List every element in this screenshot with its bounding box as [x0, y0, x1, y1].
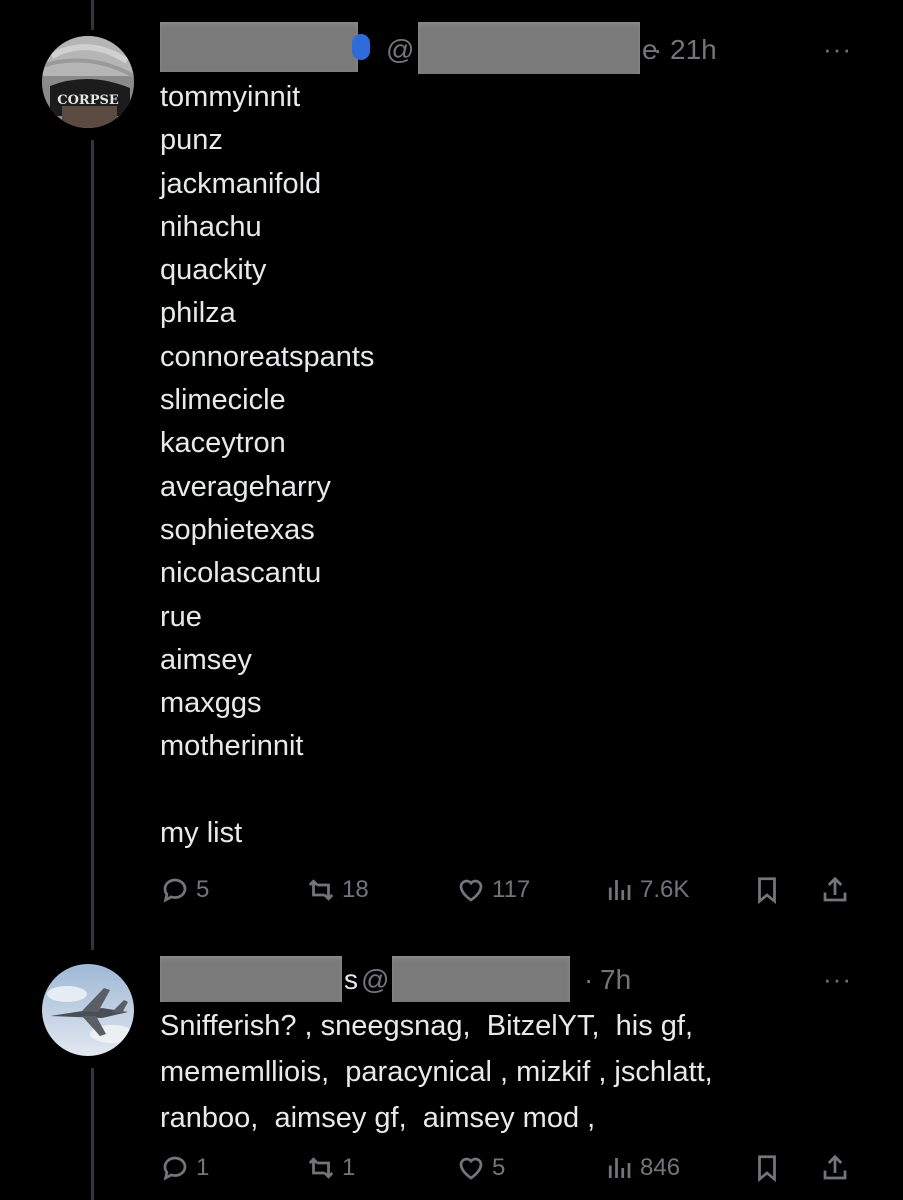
bookmark-icon	[758, 1155, 776, 1183]
avatar[interactable]: CORPSE	[42, 36, 134, 128]
like-count: 117	[492, 876, 531, 903]
redacted-handle	[392, 956, 570, 1002]
redacted-display-name	[160, 956, 342, 1002]
bookmark-icon	[758, 877, 776, 905]
timestamp-separator: ·	[584, 964, 594, 995]
retweet-button[interactable]: 18	[306, 870, 369, 910]
views-icon	[608, 1158, 631, 1178]
more-options-icon[interactable]: ···	[823, 966, 852, 992]
tweet-text-line: nihachu	[160, 210, 262, 243]
views-icon	[608, 880, 631, 900]
thread-line-connector	[91, 140, 94, 950]
retweet-count: 18	[342, 876, 369, 903]
tweet-text-line: nicolascantu	[160, 557, 322, 590]
thread-line-bottom	[91, 1068, 94, 1200]
like-button[interactable]: 117	[456, 870, 530, 910]
tweet-actions: 1 1 5 846	[160, 1148, 860, 1188]
like-icon	[459, 1157, 483, 1180]
like-icon	[459, 879, 483, 902]
bookmark-button[interactable]	[752, 1148, 782, 1188]
more-options-icon[interactable]: ···	[823, 36, 852, 62]
redacted-handle	[418, 22, 640, 74]
share-icon	[823, 1154, 847, 1180]
retweet-count: 1	[342, 1154, 356, 1181]
retweet-icon	[308, 879, 334, 901]
tweet-text-line: quackity	[160, 254, 267, 287]
reply-icon	[163, 878, 187, 903]
tweet-text-line	[160, 769, 374, 812]
verified-badge-icon	[352, 34, 370, 60]
thread-line-top	[91, 0, 94, 30]
reply-button[interactable]: 5	[160, 870, 209, 910]
retweet-icon	[308, 1157, 334, 1179]
like-button[interactable]: 5	[456, 1148, 505, 1188]
views-count: 7.6K	[640, 876, 690, 903]
tweet-text-line: maxggs	[160, 687, 262, 720]
reply-count: 1	[196, 1154, 210, 1181]
like-count: 5	[492, 1154, 506, 1181]
tweet-text-line: aimsey	[160, 643, 252, 676]
handle-prefix: @	[386, 34, 415, 65]
tweet-actions: 5 18 117 7.6K	[160, 870, 860, 910]
handle-prefix: @	[361, 964, 390, 995]
tweet-text-line: slimecicle	[160, 384, 286, 417]
tweet-text-line: averageharry	[160, 470, 331, 503]
avatar-image: CORPSE	[42, 36, 134, 128]
tweet-text-line: jackmanifold	[160, 167, 322, 200]
display-name-tail: s	[344, 964, 358, 995]
tweet-text-line: connoreatspants	[160, 340, 375, 373]
tweet-text-line: sophietexas	[160, 513, 315, 546]
tweet-text: tommyinnit punz jackmanifold nihachu quackit…	[160, 76, 374, 855]
tweet-text: Snifferish? , sneegsnag, BitzelYT, his g…	[160, 1010, 713, 1134]
share-button[interactable]	[820, 870, 850, 910]
tweet-text-line: kaceytron	[160, 427, 286, 460]
svg-text:CORPSE: CORPSE	[57, 93, 119, 108]
avatar[interactable]	[42, 964, 134, 1056]
reply-button[interactable]: 1	[160, 1148, 209, 1188]
tweet-text-line: my list	[160, 817, 243, 850]
timestamp[interactable]: 7h	[600, 966, 631, 994]
views-button[interactable]: 7.6K	[604, 870, 689, 910]
share-icon	[823, 876, 847, 902]
retweet-button[interactable]: 1	[306, 1148, 355, 1188]
reply-icon	[163, 1156, 187, 1181]
tweet-text-line: motherinnit	[160, 730, 304, 763]
timestamp[interactable]: 21h	[670, 36, 717, 64]
reply-count: 5	[196, 876, 210, 903]
tweet-text-line: philza	[160, 297, 236, 330]
timestamp-separator: ·	[653, 34, 663, 65]
share-button[interactable]	[820, 1148, 850, 1188]
avatar-image	[42, 964, 134, 1056]
redacted-display-name	[160, 22, 358, 72]
tweet-text-line: punz	[160, 124, 223, 157]
views-count: 846	[640, 1154, 681, 1181]
bookmark-button[interactable]	[752, 870, 782, 910]
views-button[interactable]: 846	[604, 1148, 680, 1188]
tweet-text-line: rue	[160, 600, 202, 633]
tweet-text-line: tommyinnit	[160, 81, 301, 113]
